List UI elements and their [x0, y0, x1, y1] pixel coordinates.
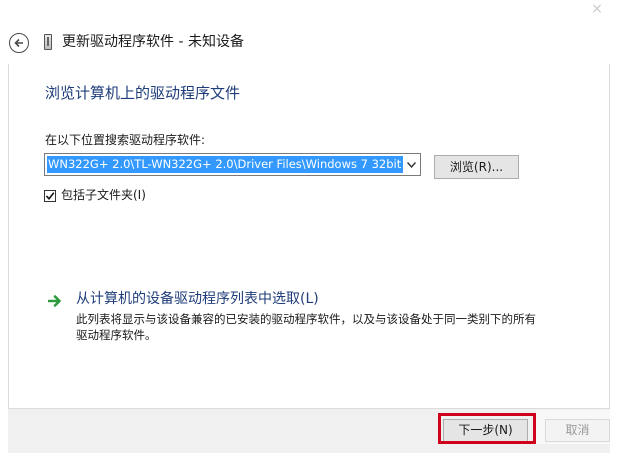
device-icon: [44, 34, 52, 50]
chevron-down-icon: [407, 161, 416, 168]
back-arrow-icon: [14, 38, 23, 48]
include-subfolders-checkbox[interactable]: [44, 189, 56, 202]
wizard-content: [8, 64, 610, 408]
back-button[interactable]: [9, 33, 29, 53]
pick-from-list-description: 此列表将显示与该设备兼容的已安装的驱动程序软件，以及与该设备处于同一类别下的所有…: [76, 312, 536, 342]
driver-path-combobox[interactable]: WN322G+ 2.0\TL-WN322G+ 2.0\Driver Files\…: [44, 153, 421, 176]
combo-dropdown-button[interactable]: [403, 154, 420, 175]
close-icon[interactable]: ×: [582, 0, 612, 18]
driver-path-input[interactable]: WN322G+ 2.0\TL-WN322G+ 2.0\Driver Files\…: [47, 156, 403, 173]
pick-from-list-link[interactable]: 从计算机的设备驱动程序列表中选取(L): [76, 290, 319, 308]
include-subfolders-checkbox-row[interactable]: 包括子文件夹(I): [44, 188, 146, 203]
window-title: 更新驱动程序软件 - 未知设备: [62, 34, 244, 50]
browse-button[interactable]: 浏览(R)...: [434, 155, 519, 179]
green-arrow-icon: [48, 295, 61, 307]
include-subfolders-label: 包括子文件夹(I): [61, 188, 146, 202]
watermark-overlay: [536, 410, 610, 444]
search-location-label: 在以下位置搜索驱动程序软件:: [45, 133, 206, 147]
checkmark-icon: [45, 191, 55, 200]
next-button-highlight: [438, 413, 536, 444]
title-bar: × 更新驱动程序软件 - 未知设备: [0, 0, 618, 64]
page-heading: 浏览计算机上的驱动程序文件: [45, 84, 241, 102]
